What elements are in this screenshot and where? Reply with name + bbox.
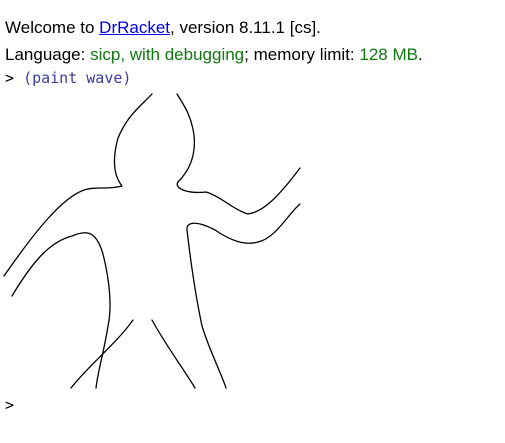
wave-head-right-stroke (176, 93, 301, 215)
welcome-prefix: Welcome to (5, 18, 100, 37)
next-prompt-symbol: > (5, 396, 15, 414)
wave-left-leg-stroke (70, 319, 134, 389)
language-banner: Language: sicp, with debugging; memory l… (5, 45, 423, 65)
version-text: , version 8.11.1 [cs]. (170, 18, 321, 37)
memory-prefix: ; memory limit: (244, 45, 360, 64)
memory-suffix: . (417, 45, 423, 64)
wave-left-arm-stroke (11, 232, 111, 389)
wave-figure-image (3, 93, 301, 389)
repl-expression: (paint wave) (23, 69, 132, 87)
wave-right-arm-stroke (186, 203, 301, 389)
language-name: sicp, with debugging (90, 45, 245, 64)
prompt-symbol: > (5, 69, 15, 87)
memory-limit-value: 128 MB (359, 45, 418, 64)
repl-input-line[interactable]: > (5, 396, 14, 414)
wave-right-leg-stroke (151, 319, 196, 389)
language-prefix: Language: (5, 45, 91, 64)
interactions-pane[interactable]: Welcome to DrRacket, version 8.11.1 [cs]… (0, 0, 505, 443)
repl-entry: > (paint wave) (5, 69, 131, 87)
welcome-banner: Welcome to DrRacket, version 8.11.1 [cs]… (5, 18, 321, 38)
drracket-link[interactable]: DrRacket (99, 18, 170, 37)
wave-head-left-stroke (3, 93, 153, 277)
